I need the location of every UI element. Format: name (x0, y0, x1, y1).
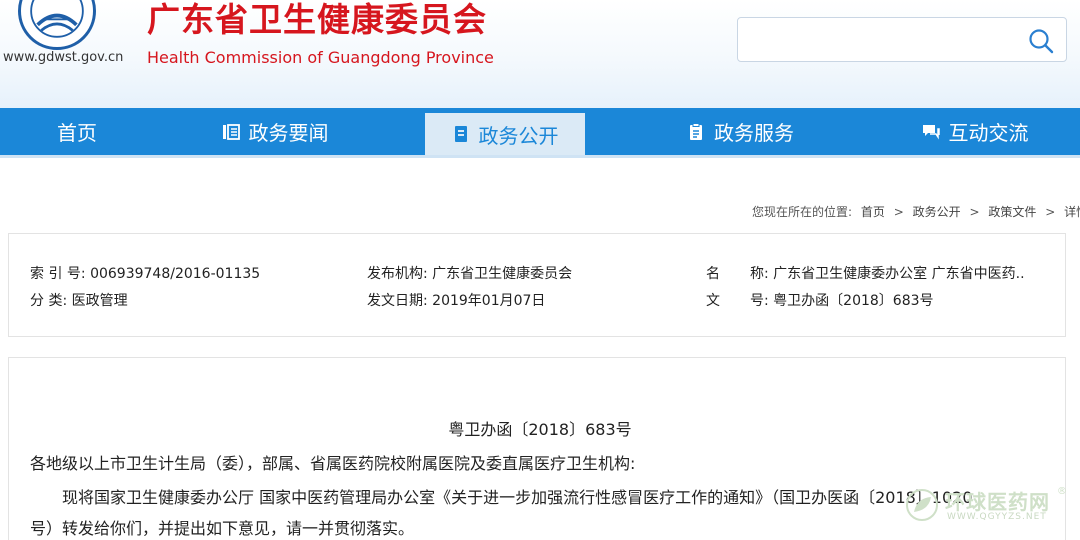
watermark-url: WWW.QGYYZS.NET (947, 512, 1047, 522)
site-title-english: Health Commission of Guangdong Province (147, 48, 494, 67)
nav-interaction-label: 互动交流 (948, 121, 1029, 145)
nav-news-label: 政务要闻 (248, 121, 329, 145)
main-nav: 首页 政务要闻 政务公开 政务服务 互动交流 (0, 108, 1080, 155)
breadcrumb-prefix: 您现在所在的位置: (752, 205, 853, 219)
watermark-name: 环球医药网 (945, 490, 1050, 514)
breadcrumb-government-affairs[interactable]: 政务公开 (913, 205, 961, 219)
search-button[interactable] (1026, 26, 1056, 56)
index-number: 索 引 号: 006939748/2016-01135 (30, 266, 261, 282)
addressee-line: 各地级以上市卫生计生局（委），部属、省属医药院校附属医院及委直属医疗卫生机构: (30, 454, 636, 473)
breadcrumb: 您现在所在的位置: 首页 > 政务公开 > 政策文件 > 详情 (752, 203, 1080, 220)
nav-government-affairs-label: 政务公开 (478, 123, 559, 148)
document-info-panel (8, 233, 1066, 337)
body-paragraph-line: 号）转发给你们，并提出如下意见，请一并贯彻落实。 (30, 519, 415, 538)
issue-date: 发文日期: 2019年01月07日 (367, 293, 546, 309)
doc-number-label-char: 文 (706, 293, 720, 309)
news-icon (222, 123, 240, 141)
site-header: www.gdwst.gov.cn 广东省卫生健康委员会 Health Commi… (0, 0, 1080, 108)
site-title-chinese: 广东省卫生健康委员会 (147, 0, 487, 39)
document-name: 称: 广东省卫生健康委办公室 广东省中医药.. (750, 266, 1025, 282)
breadcrumb-details[interactable]: 详情 (1064, 205, 1080, 219)
nav-services-label: 政务服务 (714, 121, 794, 145)
publisher: 发布机构: 广东省卫生健康委员会 (367, 266, 573, 282)
breadcrumb-home[interactable]: 首页 (861, 205, 885, 219)
leaf-logo-icon (905, 488, 939, 522)
document-icon (452, 125, 470, 143)
category: 分 类: 医政管理 (30, 293, 128, 309)
nav-home-label: 首页 (57, 121, 97, 145)
nav-home[interactable]: 首页 (20, 108, 134, 155)
breadcrumb-separator: > (969, 205, 980, 219)
body-paragraph-line: 现将国家卫生健康委办公厅 国家中医药管理局办公室《关于进一步加强流行性感冒医疗工… (62, 488, 973, 507)
name-label-char: 名 (706, 266, 720, 282)
commission-logo[interactable] (18, 0, 96, 50)
search-input[interactable] (748, 26, 1018, 54)
document-number-heading: 粤卫办函〔2018〕683号 (448, 420, 632, 439)
watermark: 环球医药网 ® WWW.QGYYZS.NET (905, 486, 1075, 526)
breadcrumb-separator: > (893, 205, 904, 219)
document-number: 号: 粤卫办函〔2018〕683号 (750, 293, 934, 309)
clipboard-icon (687, 122, 705, 141)
nav-divider (0, 155, 1080, 158)
search-icon (1029, 29, 1054, 54)
breadcrumb-separator: > (1045, 205, 1056, 219)
nav-services[interactable]: 政务服务 (668, 108, 813, 155)
search-box (737, 17, 1067, 62)
nav-government-affairs[interactable]: 政务公开 (425, 113, 585, 155)
registered-mark: ® (1057, 486, 1067, 497)
site-url[interactable]: www.gdwst.gov.cn (3, 50, 123, 65)
chat-icon (922, 123, 940, 141)
nav-news[interactable]: 政务要闻 (200, 108, 350, 155)
breadcrumb-policy-documents[interactable]: 政策文件 (988, 205, 1036, 219)
nav-interaction[interactable]: 互动交流 (900, 108, 1050, 155)
